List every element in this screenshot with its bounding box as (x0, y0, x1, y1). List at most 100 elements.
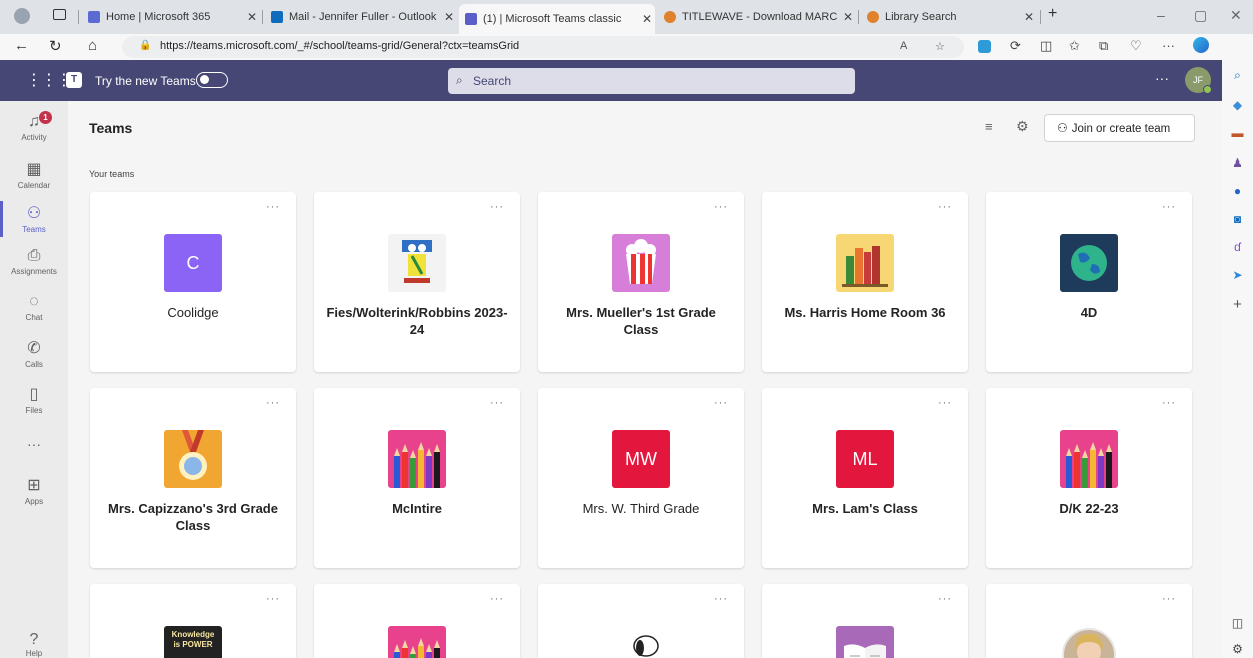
more-options-button[interactable]: ··· (1162, 397, 1176, 409)
more-options-button[interactable]: ··· (1162, 593, 1176, 605)
team-card[interactable]: ··· MW Mrs. W. Third Grade (538, 388, 744, 568)
calendar-icon: ▦ (26, 161, 42, 178)
rail-item-apps[interactable]: ⊞ Apps (0, 473, 68, 519)
office-icon[interactable]: ● (1222, 184, 1253, 198)
team-card[interactable]: ··· D/K 22-23 (986, 388, 1192, 568)
notification-badge: 1 (39, 111, 52, 124)
more-options-button[interactable]: ··· (1162, 201, 1176, 213)
team-avatar: ML (836, 430, 894, 488)
people-icon[interactable]: ♟ (1222, 156, 1253, 170)
team-card[interactable]: ··· C Coolidge (90, 192, 296, 372)
team-avatar (612, 626, 670, 658)
settings-more-button[interactable]: ··· (1155, 70, 1169, 86)
read-aloud-icon[interactable]: A (900, 40, 907, 52)
browser-tab-m365[interactable]: Home | Microsoft 365 ✕ (82, 5, 260, 29)
restore-icon[interactable]: ▢ (1194, 7, 1207, 24)
browser-more-icon[interactable]: ··· (1162, 38, 1175, 53)
more-options-button[interactable]: ··· (490, 201, 504, 213)
team-card[interactable]: ··· Mrs. Mueller's 1st Grade Class (538, 192, 744, 372)
new-tab-button[interactable]: + (1048, 5, 1057, 23)
more-options-button[interactable]: ··· (490, 397, 504, 409)
url-field[interactable]: 🔒 https://teams.microsoft.com/_#/school/… (122, 36, 964, 58)
close-tab-icon[interactable]: ✕ (1021, 10, 1037, 24)
rail-item-calls[interactable]: ✆ Calls (0, 336, 68, 382)
home-icon[interactable]: ⌂ (88, 37, 97, 54)
more-options-button[interactable]: ··· (714, 397, 728, 409)
add-icon[interactable]: + (1222, 296, 1253, 313)
teams-icon (465, 13, 477, 25)
rail-item-files[interactable]: ▯ Files (0, 382, 68, 428)
more-options-button[interactable]: ··· (938, 397, 952, 409)
team-name: Mrs. W. Third Grade (582, 501, 700, 516)
rail-item-help[interactable]: ? Help (0, 629, 68, 658)
refresh-icon[interactable]: ↻ (49, 37, 62, 55)
more-options-button[interactable]: ··· (266, 201, 280, 213)
rail-item-teams[interactable]: ⚇ Teams (0, 201, 68, 247)
try-new-teams-label: Try the new Teams (95, 74, 196, 88)
team-card[interactable]: ··· (314, 584, 520, 658)
more-options-button[interactable]: ··· (714, 593, 728, 605)
tab-actions-icon[interactable] (53, 9, 66, 20)
more-apps-button[interactable]: ··· (0, 436, 68, 452)
team-card[interactable]: ··· ML Mrs. Lam's Class (762, 388, 968, 568)
more-options-button[interactable]: ··· (938, 593, 952, 605)
team-card[interactable]: ··· Knowledge is POWER (90, 584, 296, 658)
more-options-button[interactable]: ··· (266, 397, 280, 409)
sidebar-toggle-icon[interactable]: ◫ (1222, 616, 1253, 630)
tag-icon[interactable]: ◆ (1222, 98, 1253, 112)
extension-icon[interactable] (978, 40, 991, 53)
browser-tab-outlook[interactable]: Mail - Jennifer Fuller - Outlook ✕ (265, 5, 457, 29)
filter-icon[interactable]: ≡ (985, 119, 993, 134)
join-or-create-team-button[interactable]: ⚇ Join or create team (1044, 114, 1195, 142)
minimize-icon[interactable]: – (1157, 7, 1165, 23)
search-icon[interactable]: ⌕ (1222, 68, 1253, 83)
team-avatar (836, 234, 894, 292)
team-card[interactable]: ··· (762, 584, 968, 658)
profile-avatar[interactable] (14, 8, 30, 24)
close-tab-icon[interactable]: ✕ (441, 10, 457, 24)
close-window-icon[interactable]: ✕ (1230, 7, 1242, 24)
team-avatar (612, 234, 670, 292)
user-avatar[interactable]: JF (1185, 67, 1212, 94)
browser-essentials-icon[interactable]: ♡ (1130, 38, 1142, 54)
browser-tab-library[interactable]: Library Search ✕ (861, 5, 1037, 29)
try-new-teams-toggle[interactable] (196, 72, 228, 88)
team-card[interactable]: ··· Ms. Harris Home Room 36 (762, 192, 968, 372)
team-avatar (388, 430, 446, 488)
team-card[interactable]: ··· 4D (986, 192, 1192, 372)
toolbox-icon[interactable]: ▬ (1222, 126, 1253, 140)
app-launcher-icon[interactable]: ⋮⋮⋮ (26, 70, 72, 90)
rail-item-calendar[interactable]: ▦ Calendar (0, 157, 68, 203)
copilot-logo-icon[interactable] (1193, 37, 1209, 53)
rail-item-activity[interactable]: ♫ 1 Activity (0, 111, 68, 157)
team-card[interactable]: ··· McIntire (314, 388, 520, 568)
close-tab-icon[interactable]: ✕ (244, 10, 260, 24)
rail-item-assignments[interactable]: ⎙ Assignments (0, 245, 68, 291)
team-card[interactable]: ··· (986, 584, 1192, 658)
gear-icon[interactable]: ⚙ (1016, 118, 1029, 135)
browser-tab-teams[interactable]: (1) | Microsoft Teams classic ✕ (459, 4, 655, 34)
team-card[interactable]: ··· Fies/Wolterink/Robbins 2023-24 (314, 192, 520, 372)
browser-tab-titlewave[interactable]: TITLEWAVE - Download MARC R... ✕ (658, 5, 856, 29)
copilot-icon[interactable]: ⟳ (1010, 38, 1021, 54)
close-tab-icon[interactable]: ✕ (840, 10, 856, 24)
outlook-icon[interactable]: ◙ (1222, 212, 1253, 226)
designer-icon[interactable]: ɗ (1222, 240, 1253, 254)
more-options-button[interactable]: ··· (490, 593, 504, 605)
gear-icon[interactable]: ⚙ (1222, 642, 1253, 656)
back-arrow-icon[interactable]: ← (14, 37, 29, 54)
close-tab-icon[interactable]: ✕ (639, 12, 655, 26)
favorites-icon[interactable]: ✩ (1069, 38, 1080, 54)
more-options-button[interactable]: ··· (714, 201, 728, 213)
team-card[interactable]: ··· (538, 584, 744, 658)
collections-icon[interactable]: ⧉ (1099, 38, 1108, 54)
team-card[interactable]: ··· Mrs. Capizzano's 3rd Grade Class (90, 388, 296, 568)
search-input[interactable]: ⌕ Search (448, 68, 855, 94)
more-options-button[interactable]: ··· (938, 201, 952, 213)
rail-item-chat[interactable]: ◌ Chat (0, 291, 68, 337)
lock-icon: 🔒 (139, 40, 152, 51)
more-options-button[interactable]: ··· (266, 593, 280, 605)
favorite-star-icon[interactable]: ☆ (935, 40, 945, 53)
split-screen-icon[interactable]: ◫ (1040, 38, 1052, 54)
send-icon[interactable]: ➤ (1222, 268, 1253, 282)
